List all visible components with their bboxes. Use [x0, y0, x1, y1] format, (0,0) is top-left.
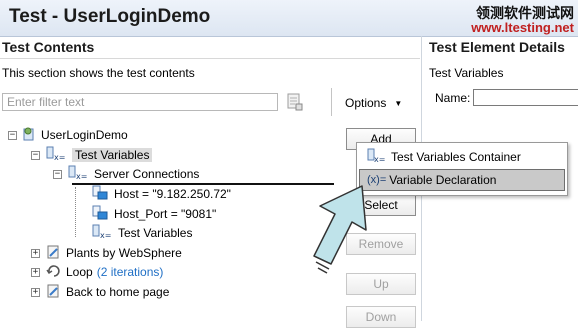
- callout-arrow-icon: [313, 185, 367, 274]
- filter-input[interactable]: [2, 93, 278, 111]
- page-icon: [46, 244, 62, 263]
- tree-item-back-home[interactable]: + Back to home page: [31, 283, 169, 301]
- test-file-icon: [23, 126, 37, 145]
- tree-label-back-home: Back to home page: [66, 285, 170, 299]
- title-bar: Test - UserLoginDemo 领测软件测试网 www.ltestin…: [0, 0, 578, 37]
- name-label: Name:: [435, 91, 471, 105]
- expand-icon[interactable]: +: [31, 248, 40, 258]
- tree-label-nested-test-variables: Test Variables: [118, 226, 193, 240]
- collapse-icon[interactable]: −: [53, 169, 62, 179]
- options-menu[interactable]: Options ▼: [345, 96, 402, 110]
- menu-item-test-variables-container[interactable]: x= Test Variables Container: [359, 146, 565, 168]
- collapse-icon[interactable]: −: [31, 150, 40, 160]
- tree-item-plants[interactable]: + Plants by WebSphere: [31, 244, 182, 262]
- options-label: Options: [345, 96, 387, 110]
- details-subheading: Test Variables: [429, 66, 504, 80]
- svg-text:x=: x=: [374, 155, 385, 164]
- expand-icon[interactable]: +: [31, 267, 40, 277]
- collapse-icon[interactable]: −: [8, 130, 17, 140]
- filter-clear-icon[interactable]: [286, 93, 304, 114]
- tree-label-host: Host = "9.182.250.72": [114, 187, 231, 201]
- window-title: Test - UserLoginDemo: [9, 6, 211, 27]
- name-field[interactable]: [473, 89, 578, 106]
- menu-item-label: Test Variables Container: [391, 150, 521, 164]
- variables-container-icon: x=: [367, 148, 387, 167]
- tree-item-nested-test-variables[interactable]: x= Test Variables: [92, 224, 192, 242]
- tree-connector: [75, 187, 76, 237]
- tree-item-loop[interactable]: + Loop (2 iterations): [31, 263, 163, 281]
- toolbar-separator: [331, 88, 332, 116]
- variable-icon: [92, 185, 110, 204]
- page-icon: [46, 283, 62, 302]
- tree-item-host[interactable]: Host = "9.182.250.72": [92, 185, 231, 203]
- variables-container-icon: x=: [46, 146, 68, 165]
- section-divider: [0, 58, 420, 59]
- tree-item-root[interactable]: − UserLoginDemo: [8, 126, 128, 144]
- tree-item-host-port[interactable]: Host_Port = "9081": [92, 205, 216, 223]
- tree-item-server-connections[interactable]: − x= Server Connections: [53, 165, 199, 183]
- svg-text:x=: x=: [54, 153, 65, 162]
- expand-icon[interactable]: +: [31, 287, 40, 297]
- tree-label-test-variables: Test Variables: [72, 148, 153, 162]
- variables-container-icon: x=: [68, 165, 90, 184]
- down-button[interactable]: Down: [346, 306, 416, 328]
- tree-label-plants: Plants by WebSphere: [66, 246, 182, 260]
- svg-text:x=: x=: [76, 172, 87, 181]
- variables-container-icon: x=: [92, 224, 114, 243]
- test-element-details-heading: Test Element Details: [429, 39, 565, 55]
- loop-iterations: (2 iterations): [96, 265, 164, 279]
- tree-label-loop: Loop: [66, 265, 93, 279]
- loop-icon: [46, 263, 62, 282]
- svg-text:x=: x=: [100, 231, 111, 240]
- tree-label-host-port: Host_Port = "9081": [114, 207, 217, 221]
- tree-label-root: UserLoginDemo: [41, 128, 128, 142]
- chevron-down-icon: ▼: [394, 98, 403, 108]
- tree-label-server-connections: Server Connections: [94, 167, 200, 181]
- watermark-url: www.ltesting.net: [471, 20, 574, 35]
- test-contents-heading: Test Contents: [2, 39, 95, 55]
- variable-icon: [92, 205, 110, 224]
- tree-item-test-variables[interactable]: − x= Test Variables: [31, 146, 153, 165]
- section-description: This section shows the test contents: [2, 66, 195, 80]
